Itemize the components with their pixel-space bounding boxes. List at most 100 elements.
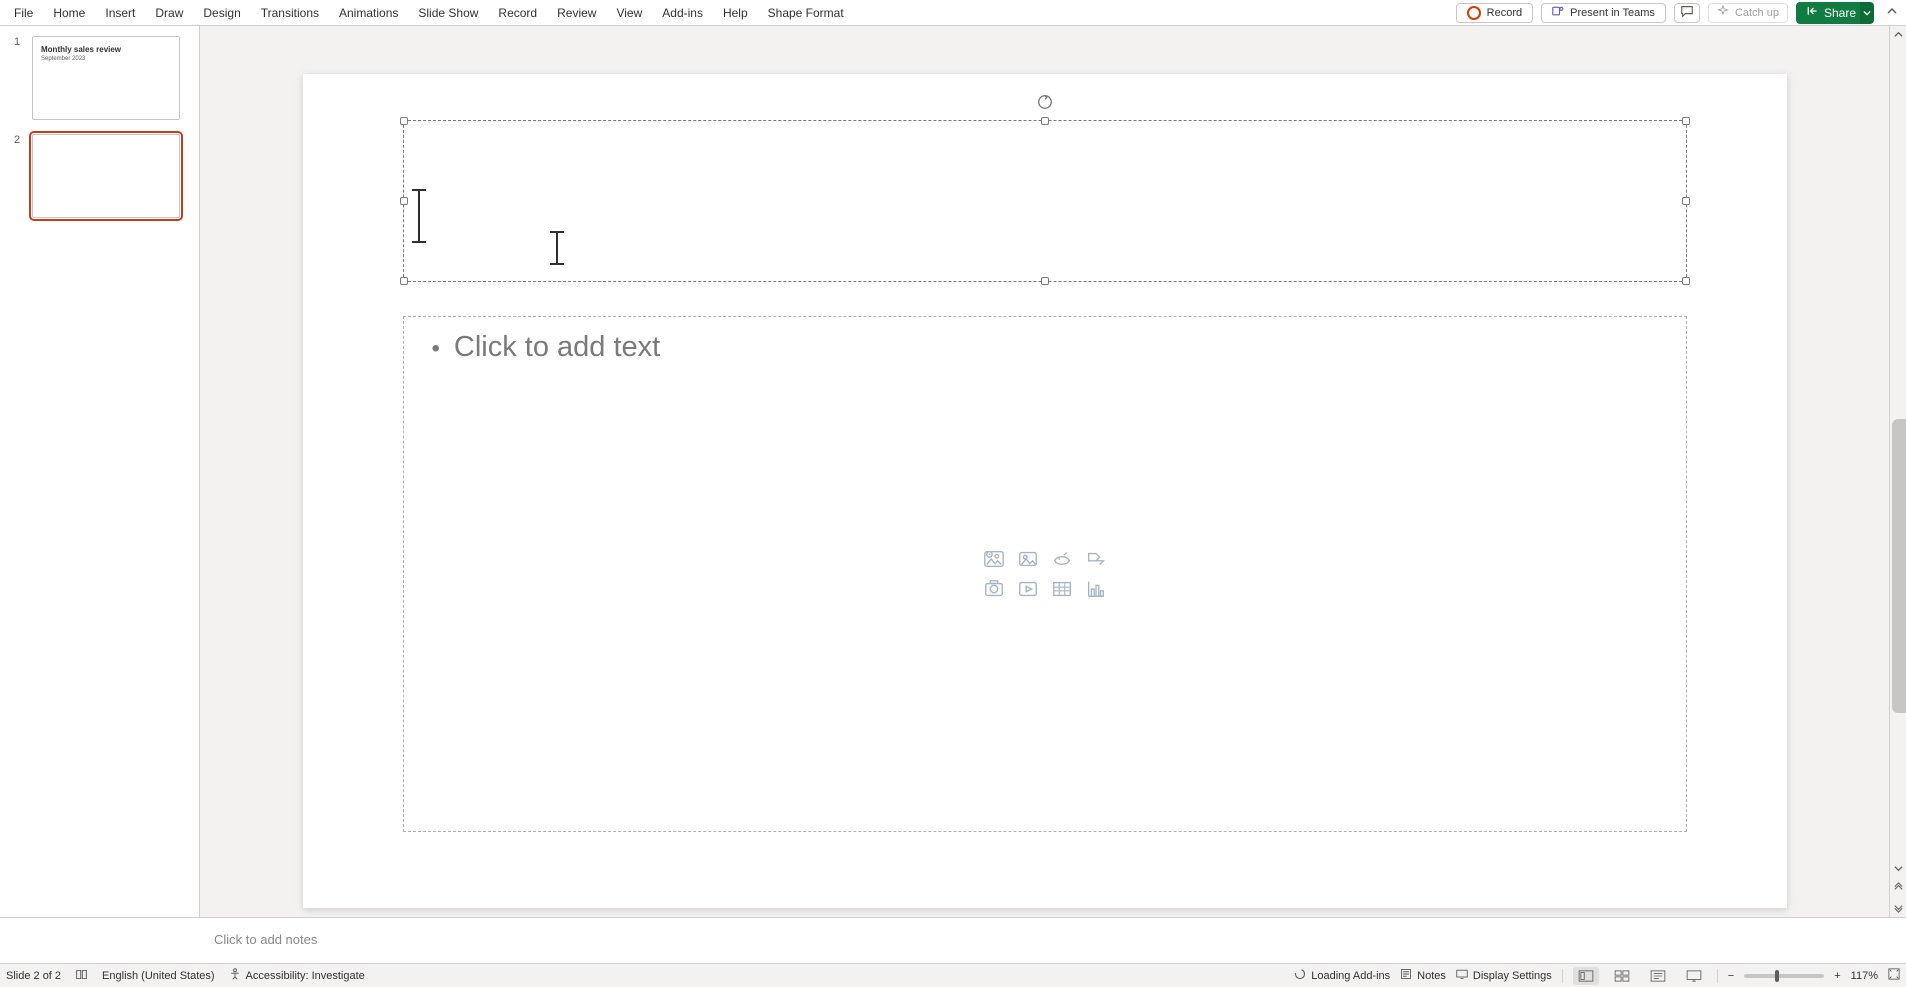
tab-draw[interactable]: Draw bbox=[145, 0, 193, 25]
chevron-down-icon bbox=[1863, 6, 1871, 20]
display-settings-button[interactable]: Display Settings bbox=[1456, 968, 1552, 983]
fit-to-window-button[interactable] bbox=[1888, 968, 1900, 983]
thumbnail-number: 2 bbox=[14, 134, 24, 218]
insert-stock-images-icon[interactable] bbox=[979, 546, 1009, 572]
slide-counter[interactable]: Slide 2 of 2 bbox=[6, 970, 61, 982]
present-in-teams-button[interactable]: Present in Teams bbox=[1541, 3, 1666, 23]
separator bbox=[1717, 969, 1718, 983]
tab-slide-show[interactable]: Slide Show bbox=[408, 0, 488, 25]
insert-table-icon[interactable] bbox=[1047, 576, 1077, 602]
ibeam-cursor-icon bbox=[556, 231, 558, 265]
slide-editor[interactable]: • Click to add text bbox=[303, 74, 1787, 908]
book-icon bbox=[75, 968, 88, 984]
spinner-icon bbox=[1294, 968, 1306, 983]
tab-review[interactable]: Review bbox=[547, 0, 606, 25]
slide-thumbnail-2[interactable] bbox=[32, 134, 180, 218]
share-icon bbox=[1806, 5, 1818, 20]
insert-cameo-icon[interactable] bbox=[979, 576, 1009, 602]
main-workspace: 1 Monthly sales review September 2023 2 bbox=[0, 26, 1906, 917]
text-caret bbox=[418, 189, 420, 243]
vertical-scrollbar[interactable] bbox=[1889, 26, 1906, 917]
resize-handle-tc[interactable] bbox=[1041, 117, 1049, 125]
insert-video-icon[interactable] bbox=[1013, 576, 1043, 602]
catch-up-button[interactable]: Catch up bbox=[1708, 3, 1788, 23]
rotate-handle[interactable] bbox=[1036, 93, 1054, 111]
slide-thumbnail-panel[interactable]: 1 Monthly sales review September 2023 2 bbox=[0, 26, 200, 917]
record-button[interactable]: Record bbox=[1456, 3, 1533, 23]
status-bar: Slide 2 of 2 English (United States) Acc… bbox=[0, 963, 1906, 987]
separator bbox=[1562, 969, 1563, 983]
zoom-slider[interactable] bbox=[1744, 974, 1824, 978]
resize-handle-bl[interactable] bbox=[400, 277, 408, 285]
tab-home[interactable]: Home bbox=[43, 0, 95, 25]
insert-icons-icon[interactable] bbox=[1047, 546, 1077, 572]
present-in-teams-label: Present in Teams bbox=[1570, 7, 1655, 19]
content-placeholder-text[interactable]: • Click to add text bbox=[432, 331, 661, 367]
reading-view-button[interactable] bbox=[1645, 967, 1671, 985]
tab-insert[interactable]: Insert bbox=[95, 0, 145, 25]
notes-placeholder: Click to add notes bbox=[214, 932, 317, 947]
slide-canvas-area[interactable]: • Click to add text bbox=[200, 26, 1889, 917]
scroll-up-button[interactable] bbox=[1890, 26, 1906, 43]
thumbnail-number: 1 bbox=[14, 36, 24, 120]
display-settings-label: Display Settings bbox=[1473, 970, 1552, 982]
previous-slide-button[interactable] bbox=[1890, 877, 1906, 897]
resize-handle-mr[interactable] bbox=[1682, 197, 1690, 205]
insert-chart-icon[interactable] bbox=[1081, 576, 1111, 602]
loading-addins-status[interactable]: Loading Add-ins bbox=[1294, 968, 1390, 983]
tab-view[interactable]: View bbox=[606, 0, 652, 25]
comments-button[interactable] bbox=[1674, 3, 1700, 23]
share-button[interactable]: Share bbox=[1796, 2, 1866, 24]
scroll-track[interactable] bbox=[1890, 43, 1906, 860]
tab-shape-format[interactable]: Shape Format bbox=[758, 0, 854, 25]
bullet-icon: • bbox=[432, 331, 440, 367]
thumbnail-row: 1 Monthly sales review September 2023 bbox=[14, 36, 185, 120]
resize-handle-tl[interactable] bbox=[400, 117, 408, 125]
notes-pane[interactable]: Click to add notes bbox=[0, 917, 1906, 963]
resize-handle-ml[interactable] bbox=[400, 197, 408, 205]
ribbon-tab-strip: File Home Insert Draw Design Transitions… bbox=[0, 0, 1906, 26]
record-label: Record bbox=[1487, 7, 1522, 19]
tab-transitions[interactable]: Transitions bbox=[251, 0, 329, 25]
resize-handle-tr[interactable] bbox=[1682, 117, 1690, 125]
tab-record[interactable]: Record bbox=[488, 0, 547, 25]
tab-help[interactable]: Help bbox=[713, 0, 758, 25]
spell-check-button[interactable] bbox=[75, 968, 88, 984]
zoom-in-button[interactable]: + bbox=[1834, 970, 1840, 982]
normal-view-button[interactable] bbox=[1573, 967, 1599, 985]
slide-thumbnail-1[interactable]: Monthly sales review September 2023 bbox=[32, 36, 180, 120]
accessibility-button[interactable]: Accessibility: Investigate bbox=[229, 968, 365, 983]
scroll-thumb[interactable] bbox=[1892, 419, 1906, 713]
tab-design[interactable]: Design bbox=[193, 0, 250, 25]
resize-handle-br[interactable] bbox=[1682, 277, 1690, 285]
notes-toggle-label: Notes bbox=[1417, 970, 1446, 982]
ribbon-tabs: File Home Insert Draw Design Transitions… bbox=[4, 0, 854, 25]
comment-icon bbox=[1680, 4, 1694, 21]
notes-toggle-button[interactable]: Notes bbox=[1400, 968, 1446, 983]
scroll-down-button[interactable] bbox=[1890, 860, 1906, 877]
zoom-percentage[interactable]: 117% bbox=[1851, 970, 1878, 982]
title-placeholder[interactable] bbox=[403, 120, 1687, 282]
fit-icon bbox=[1888, 968, 1900, 983]
collapse-ribbon-button[interactable] bbox=[1882, 3, 1902, 23]
slideshow-view-button[interactable] bbox=[1681, 967, 1707, 985]
zoom-slider-knob[interactable] bbox=[1775, 970, 1779, 982]
insert-pictures-icon[interactable] bbox=[1013, 546, 1043, 572]
resize-handle-bc[interactable] bbox=[1041, 277, 1049, 285]
zoom-out-button[interactable]: − bbox=[1728, 970, 1734, 982]
share-dropdown-button[interactable] bbox=[1860, 2, 1874, 24]
insert-smartart-icon[interactable] bbox=[1081, 546, 1111, 572]
share-label: Share bbox=[1824, 6, 1856, 20]
language-button[interactable]: English (United States) bbox=[102, 970, 215, 982]
chevron-up-icon bbox=[1886, 5, 1898, 20]
next-slide-button[interactable] bbox=[1890, 897, 1906, 917]
monitor-icon bbox=[1456, 968, 1468, 983]
content-insert-icons bbox=[979, 546, 1111, 602]
slide-sorter-view-button[interactable] bbox=[1609, 967, 1635, 985]
tab-add-ins[interactable]: Add-ins bbox=[652, 0, 713, 25]
thumbnail-row: 2 bbox=[14, 134, 185, 218]
tab-file[interactable]: File bbox=[4, 0, 43, 25]
tab-animations[interactable]: Animations bbox=[329, 0, 408, 25]
teams-icon bbox=[1552, 5, 1564, 20]
content-placeholder[interactable]: • Click to add text bbox=[403, 316, 1687, 832]
